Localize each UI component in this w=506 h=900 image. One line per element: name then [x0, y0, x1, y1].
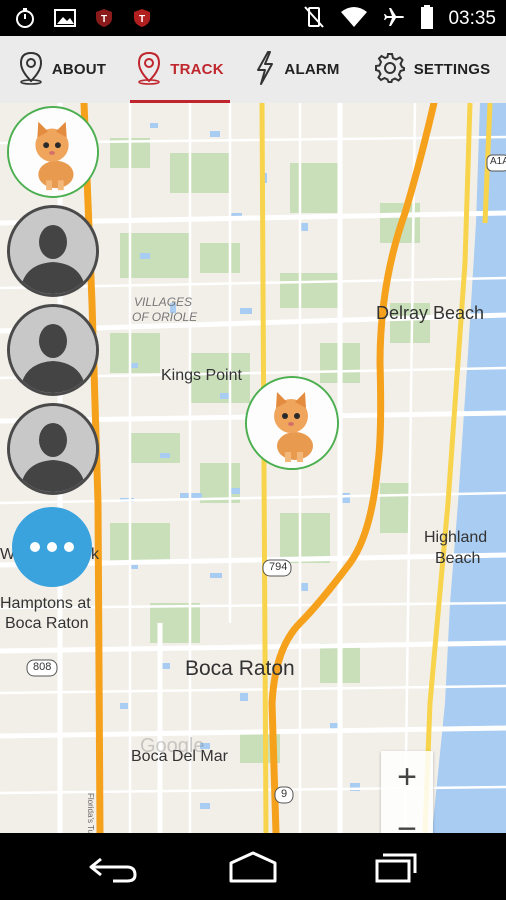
cat-icon [9, 108, 97, 196]
recent-apps-icon [375, 853, 417, 883]
clock-time: 03:35 [448, 8, 496, 29]
zoom-control: + − [381, 751, 433, 833]
place-label: OF ORIOLE [132, 310, 198, 324]
more-options-button[interactable] [12, 507, 92, 587]
place-label: Highland [424, 529, 488, 546]
road-label: Florida's Turnpike [86, 793, 95, 833]
tab-settings[interactable]: SETTINGS [358, 36, 506, 103]
place-label: Boca Raton [185, 657, 295, 680]
contact-avatar-placeholder[interactable] [7, 304, 99, 396]
pet-avatar-cat[interactable] [7, 106, 99, 198]
map-pin-icon [136, 51, 162, 89]
svg-text:T: T [139, 14, 145, 25]
back-button[interactable] [83, 847, 143, 887]
route-shield-9: 9 [281, 788, 288, 800]
home-icon [229, 851, 277, 883]
shield-icon: T [94, 8, 114, 32]
lightning-icon [254, 50, 276, 90]
svg-text:T: T [101, 14, 107, 25]
airplane-icon [382, 5, 406, 33]
place-label: Boca Raton [5, 615, 89, 632]
home-button[interactable] [223, 847, 283, 887]
route-shield-808: 808 [33, 661, 52, 673]
contact-avatar-placeholder[interactable] [7, 403, 99, 495]
tab-about[interactable]: ABOUT [0, 36, 124, 103]
system-nav-bar [0, 833, 506, 900]
shield-icon: T [132, 8, 152, 32]
gear-icon [374, 52, 406, 88]
place-label: k [91, 546, 99, 563]
battery-icon [420, 4, 434, 34]
tab-label: TRACK [170, 61, 224, 78]
zoom-out-button[interactable]: − [381, 803, 433, 834]
stopwatch-icon [14, 7, 36, 33]
no-vibrate-icon [302, 4, 326, 34]
place-label: Hamptons at [0, 595, 91, 612]
tab-alarm[interactable]: ALARM [236, 36, 358, 103]
zoom-in-button[interactable]: + [381, 751, 433, 803]
place-label: VILLAGES [134, 295, 193, 309]
place-label: Beach [435, 550, 481, 567]
place-label: Delray Beach [376, 303, 485, 323]
cat-icon [247, 378, 337, 468]
route-shield-794: 794 [269, 561, 288, 573]
recent-apps-button[interactable] [363, 847, 423, 887]
map-pin-icon [18, 51, 44, 89]
person-icon [10, 406, 96, 492]
more-dots-icon [30, 542, 74, 552]
tab-track[interactable]: TRACK [124, 36, 236, 103]
tab-label: ABOUT [51, 61, 107, 78]
status-bar: T T 03:35 [0, 0, 506, 36]
back-icon [89, 857, 137, 883]
pet-location-marker[interactable] [245, 376, 339, 470]
route-shield-a1a: A1A [490, 156, 506, 167]
wifi-icon [340, 5, 368, 33]
tab-label: SETTINGS [413, 61, 491, 78]
google-watermark: Google [140, 735, 205, 757]
image-icon [54, 8, 76, 32]
contact-avatar-placeholder[interactable] [7, 205, 99, 297]
tab-bar: ABOUT TRACK ALARM SETTINGS [0, 36, 506, 104]
person-icon [10, 208, 96, 294]
tab-label: ALARM [284, 61, 340, 78]
person-icon [10, 307, 96, 393]
place-label: Kings Point [161, 367, 242, 384]
